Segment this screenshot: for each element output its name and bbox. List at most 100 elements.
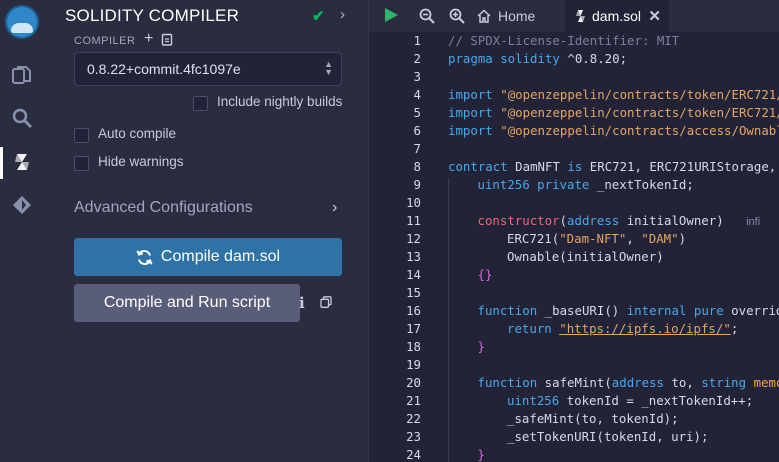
compiler-version-value: 0.8.22+commit.4fc1097e	[87, 61, 241, 77]
line-number: 5	[413, 105, 421, 120]
advanced-chevron-icon[interactable]: ›	[332, 199, 337, 217]
code-line: 17 return "https://ipfs.io/ipfs/";	[369, 321, 779, 339]
code-token: string	[701, 375, 747, 390]
code-token: uint256	[507, 393, 560, 408]
code-text: pragma solidity ^0.8.20;	[448, 51, 627, 66]
line-number: 9	[413, 177, 421, 192]
code-token: is	[567, 159, 583, 174]
add-compiler-plus-icon[interactable]: +	[144, 30, 153, 48]
code-token: internal pure	[626, 303, 724, 318]
run-play-icon[interactable]	[385, 8, 398, 22]
tab-dam-sol[interactable]: dam.sol ✕	[565, 0, 669, 32]
code-token: {}	[477, 267, 493, 282]
line-number: 18	[406, 339, 421, 354]
code-token: tokenId = _nextTokenId++;	[559, 393, 754, 408]
code-token: DamNFT	[507, 159, 568, 174]
code-token: pragma solidity	[448, 51, 560, 66]
code-token: ERC721(	[507, 231, 560, 246]
code-line: 16 function _baseURI() internal pure over…	[369, 303, 779, 321]
code-token: infi	[746, 216, 761, 228]
code-token: address	[611, 375, 665, 390]
file-explorer-icon[interactable]	[11, 64, 33, 86]
code-token: memory	[753, 375, 779, 390]
code-token: }	[477, 339, 485, 354]
code-token: contract	[448, 159, 508, 174]
code-token: ;	[730, 321, 739, 336]
line-number: 6	[413, 123, 421, 138]
info-icon[interactable]: i	[299, 294, 305, 312]
code-line: 23 _setTokenURI(tokenId, uri);	[369, 429, 779, 447]
code-line: 11 constructor(address initialOwner) infi	[369, 213, 779, 231]
code-token: function	[477, 375, 538, 390]
code-line: 13 Ownable(initialOwner)	[369, 249, 779, 267]
tab-home[interactable]: Home	[476, 0, 535, 32]
line-number: 24	[406, 447, 421, 462]
remix-logo-icon[interactable]	[5, 5, 39, 39]
code-token: _baseURI()	[537, 303, 627, 318]
deploy-run-icon[interactable]	[11, 194, 33, 216]
code-text: uint256 tokenId = _nextTokenId++;	[507, 393, 753, 408]
compiler-document-icon[interactable]	[161, 33, 174, 46]
line-number: 4	[413, 87, 421, 102]
compiler-panel: SOLIDITY COMPILER ✔ › COMPILER + 0.8.22+…	[44, 0, 368, 462]
hide-warnings-label: Hide warnings	[98, 154, 184, 169]
compiler-version-select[interactable]: 0.8.22+commit.4fc1097e ▲ ▼	[74, 52, 342, 86]
auto-compile-checkbox[interactable]	[74, 128, 89, 143]
code-text: ERC721("Dam-NFT", "DAM")	[507, 231, 686, 246]
hide-warnings-checkbox[interactable]	[74, 156, 89, 171]
zoom-out-icon[interactable]	[418, 7, 436, 25]
search-icon[interactable]	[11, 107, 33, 129]
copy-icon[interactable]	[320, 296, 332, 308]
solidity-file-icon	[576, 10, 585, 22]
line-number: 14	[406, 267, 421, 282]
code-text: contract DamNFT is ERC721, ERC721URIStor…	[448, 159, 779, 174]
code-line: 3	[369, 69, 779, 87]
compile-button[interactable]: Compile dam.sol	[74, 238, 342, 276]
select-arrows-icon: ▲ ▼	[324, 59, 333, 77]
code-text: import "@openzeppelin/contracts/token/ER…	[448, 87, 779, 102]
nightly-builds-label: Include nightly builds	[217, 94, 343, 109]
code-token: address	[567, 213, 620, 228]
code-token: import	[448, 87, 493, 102]
code-text: function safeMint(address to, string mem…	[478, 375, 779, 390]
nightly-builds-checkbox[interactable]	[193, 96, 208, 111]
code-token: override	[731, 303, 779, 318]
code-text: }	[478, 339, 485, 354]
line-number: 22	[406, 411, 421, 426]
home-icon	[477, 9, 491, 23]
panel-title: SOLIDITY COMPILER	[65, 6, 240, 25]
line-number: 21	[406, 393, 421, 408]
code-editor[interactable]: 1 // SPDX-License-Identifier: MIT 2 pragma …	[369, 32, 779, 462]
code-line: 4 import "@openzeppelin/contracts/token/E…	[369, 87, 779, 105]
code-line: 2 pragma solidity ^0.8.20;	[369, 51, 779, 69]
compile-button-label: Compile dam.sol	[160, 248, 281, 265]
code-token: ERC721, ERC721URIStorage, O	[582, 159, 779, 174]
editor-tab-bar: Home dam.sol ✕	[369, 0, 779, 32]
code-text: function _baseURI() internal pure overri…	[478, 303, 779, 318]
code-line: 19	[369, 357, 779, 375]
solidity-compiler-icon[interactable]	[11, 151, 33, 173]
code-token: (	[559, 213, 568, 228]
code-token: }	[477, 447, 485, 462]
compile-run-script-button[interactable]: Compile and Run script	[74, 284, 300, 322]
code-text: import "@openzeppelin/contracts/access/O…	[448, 123, 779, 138]
zoom-in-icon[interactable]	[448, 7, 466, 25]
code-token: "@openzeppelin/contracts/token/ERC721/E	[500, 87, 779, 102]
line-number: 12	[406, 231, 421, 246]
code-line: 14 {}	[369, 267, 779, 285]
close-tab-icon[interactable]: ✕	[648, 7, 661, 25]
code-text: import "@openzeppelin/contracts/token/ER…	[448, 105, 779, 120]
advanced-configurations-toggle[interactable]: Advanced Configurations	[74, 199, 253, 217]
code-line: 24}	[369, 447, 779, 462]
code-line: 12 ERC721("Dam-NFT", "DAM")	[369, 231, 779, 249]
line-number: 13	[406, 249, 421, 264]
code-line: 1 // SPDX-License-Identifier: MIT	[369, 33, 779, 51]
code-line: 20 function safeMint(address to, string m…	[369, 375, 779, 393]
panel-chevron-right-icon[interactable]: ›	[340, 6, 345, 23]
code-text: // SPDX-License-Identifier: MIT	[448, 33, 679, 48]
code-token: return	[507, 321, 552, 336]
code-token: uint256 private	[477, 177, 590, 192]
code-text: uint256 private _nextTokenId;	[478, 177, 694, 192]
code-token: )	[678, 231, 687, 246]
